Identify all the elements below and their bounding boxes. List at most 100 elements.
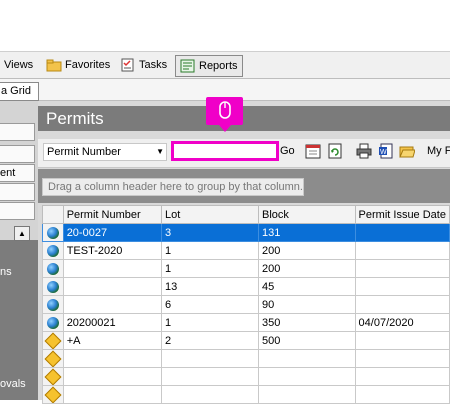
table-cell[interactable]: 45 [258,277,356,296]
word-export-icon[interactable]: W [378,143,394,159]
globe-icon [46,316,59,329]
table-cell[interactable] [62,349,163,368]
table-cell[interactable] [160,385,260,404]
sidebar-item-1[interactable] [0,123,35,141]
table-cell[interactable] [62,295,163,314]
table-cell[interactable] [62,277,163,296]
table-cell[interactable]: 1 [160,241,260,260]
report-icon [180,59,196,73]
table-cell[interactable] [354,385,450,404]
table-row[interactable]: TEST-2020 1 200 [42,241,450,260]
row-status-cell [42,367,64,386]
sidebar-item-5[interactable] [0,202,35,220]
table-cell[interactable]: 1 [160,313,260,332]
print-icon[interactable] [356,143,372,159]
table-row[interactable]: 13 45 [42,277,450,296]
table-cell[interactable]: 200 [258,241,356,260]
column-header-lot[interactable]: Lot [160,205,260,224]
column-header-permit-issue-date[interactable]: Permit Issue Date [354,205,450,224]
table-cell[interactable]: TEST-2020 [62,241,163,260]
table-cell[interactable]: 1 [160,259,260,278]
table-cell[interactable]: 20200021 [62,313,163,332]
table-cell[interactable] [354,259,450,278]
calendar-icon[interactable] [305,143,321,159]
my-filters-button[interactable]: My F [427,145,450,157]
table-row[interactable]: 20200021 1 350 04/07/2020 [42,313,450,332]
sidebar-item-2[interactable] [0,145,35,163]
search-input[interactable] [171,141,279,161]
table-row[interactable]: 20-0027 3 131 [42,223,450,242]
table-cell[interactable]: 350 [258,313,356,332]
table-cell[interactable] [354,277,450,296]
tab-data-grid[interactable]: a Grid [0,82,39,101]
table-cell[interactable] [258,385,356,404]
permits-table: Permit Number Lot Block Permit Issue Dat… [42,205,450,404]
tasks-label: Tasks [139,59,168,71]
sidebar-item-4[interactable] [0,183,35,201]
table-cell[interactable]: 200 [258,259,356,278]
table-cell[interactable]: 6 [160,295,260,314]
page-title: Permits [38,106,450,131]
row-status-cell [42,385,64,404]
clipboard-icon [120,58,136,72]
table-row[interactable] [42,349,450,368]
table-cell[interactable] [258,349,356,368]
column-header-block[interactable]: Block [258,205,356,224]
row-status-cell [42,277,64,296]
globe-icon [46,298,59,311]
table-cell[interactable] [354,331,450,350]
table-cell[interactable] [354,241,450,260]
group-by-hint[interactable]: Drag a column header here to group by th… [42,178,304,196]
row-status-cell [42,349,64,368]
table-row[interactable]: 1 200 [42,259,450,278]
table-cell[interactable]: +A [62,331,163,350]
table-cell[interactable]: 13 [160,277,260,296]
globe-icon [46,280,59,293]
table-cell[interactable]: 500 [258,331,356,350]
table-cell[interactable] [258,367,356,386]
favorites-button[interactable]: Favorites [46,56,110,74]
folder-star-icon [46,58,62,72]
table-cell[interactable] [62,259,163,278]
table-cell[interactable] [354,367,450,386]
sidebar-item-3[interactable]: ent [0,164,35,182]
table-cell[interactable]: 20-0027 [62,223,163,242]
column-header-permit-number[interactable]: Permit Number [62,205,163,224]
mouse-icon [219,101,231,119]
table-row[interactable] [42,385,450,404]
table-cell[interactable]: 90 [258,295,356,314]
globe-icon [46,244,59,257]
blank-area [0,0,450,51]
sidebar-text-2: ovals [0,378,26,390]
table-cell[interactable]: 3 [160,223,260,242]
favorites-label: Favorites [65,59,111,71]
table-cell[interactable]: 131 [258,223,356,242]
sidebar-text-1: ns [0,266,12,278]
mouse-marker [206,97,243,125]
table-cell[interactable] [354,349,450,368]
table-cell[interactable]: 04/07/2020 [354,313,450,332]
tasks-button[interactable]: Tasks [120,56,167,74]
table-cell[interactable] [160,367,260,386]
permits-grid: Permit Number Lot Block Permit Issue Dat… [42,205,450,404]
table-cell[interactable] [354,223,450,242]
go-button[interactable]: Go [280,145,295,157]
reports-button[interactable]: Reports [175,55,243,77]
table-cell[interactable] [62,367,163,386]
open-folder-icon[interactable] [399,143,416,159]
row-status-cell [42,295,64,314]
scroll-up-button[interactable]: ▲ [14,226,30,241]
table-cell[interactable] [160,349,260,368]
table-row[interactable]: 6 90 [42,295,450,314]
refresh-icon[interactable] [327,143,343,159]
chevron-down-icon: ▼ [156,147,164,156]
row-status-cell [42,331,64,350]
globe-icon [46,226,59,239]
table-row[interactable] [42,367,450,386]
views-button[interactable]: Views [4,56,33,74]
table-row[interactable]: +A 2 500 [42,331,450,350]
table-cell[interactable] [62,385,163,404]
table-cell[interactable] [354,295,450,314]
search-field-select[interactable]: Permit Number ▼ [43,143,167,161]
table-cell[interactable]: 2 [160,331,260,350]
